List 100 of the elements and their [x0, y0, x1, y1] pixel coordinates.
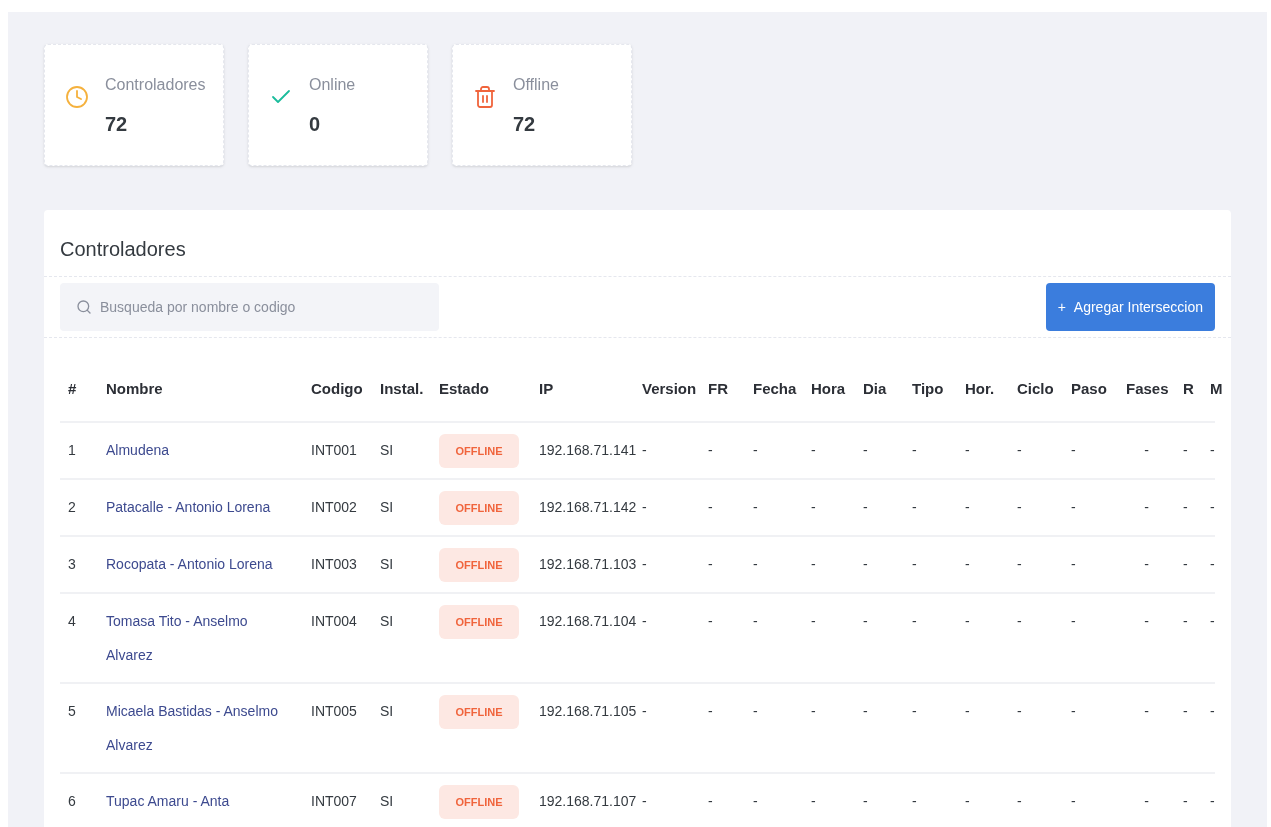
table-cell-text: - — [863, 497, 869, 517]
table-cell-text: - — [1183, 611, 1189, 631]
table-cell-text: - — [642, 497, 648, 517]
table-cell-text: - — [965, 611, 971, 631]
table-cell-text: - — [1143, 440, 1150, 460]
column-header: Tipo — [912, 379, 945, 399]
installed-cell-text: SI — [380, 791, 395, 811]
table-cell-text: - — [965, 440, 971, 460]
table-cell-text: - — [1183, 701, 1189, 721]
column-header: M — [1210, 379, 1224, 399]
table-cell-text: - — [1017, 791, 1023, 811]
status-badge: OFFLINE — [439, 784, 519, 819]
table-cell-text: - — [965, 497, 971, 517]
table-cell-text: - — [1210, 554, 1216, 574]
column-header: Fases — [1126, 379, 1170, 399]
table-cell-text: - — [863, 440, 869, 460]
row-number: 4 — [67, 611, 77, 631]
row-number: 1 — [67, 440, 77, 460]
controller-name-link[interactable]: Patacalle - Antonio Lorena — [106, 489, 296, 524]
column-header: Instal. — [380, 379, 425, 399]
table-cell-text: - — [811, 791, 817, 811]
ip-cell-text: 192.168.71.142 — [539, 497, 638, 517]
table-cell-text: - — [753, 440, 759, 460]
column-header: Fecha — [753, 379, 798, 399]
controller-name-link[interactable]: Tupac Amaru - Anta — [106, 783, 296, 818]
column-header: Nombre — [106, 379, 164, 399]
table-cell-text: - — [1017, 554, 1023, 574]
table-cell-text: - — [1071, 611, 1077, 631]
table-cell-text: - — [1210, 497, 1216, 517]
stat-label: Online — [309, 75, 356, 95]
table-cell-text: - — [1017, 701, 1023, 721]
table-cell-text: - — [863, 701, 869, 721]
table-cell-text: - — [753, 701, 759, 721]
stat-label: Offline — [513, 75, 559, 95]
installed-cell-text: SI — [380, 440, 395, 460]
search-field[interactable]: Busqueda por nombre o codigo — [60, 283, 439, 331]
row-number: 3 — [67, 554, 77, 574]
column-header: Codigo — [311, 379, 364, 399]
code-cell-text: INT007 — [311, 791, 358, 811]
add-intersection-button[interactable]: + Agregar Interseccion — [1045, 283, 1215, 331]
table-cell-text: - — [708, 701, 714, 721]
ip-cell-text: 192.168.71.105 — [539, 701, 638, 721]
code-cell-text: INT001 — [311, 440, 358, 460]
table-cell-text: - — [642, 611, 648, 631]
table-cell-text: - — [708, 554, 714, 574]
panel-title: Controladores — [60, 238, 186, 260]
table-cell-text: - — [912, 440, 918, 460]
installed-cell-text: SI — [380, 497, 395, 517]
table-cell-text: - — [863, 611, 869, 631]
table-cell-text: - — [912, 554, 918, 574]
table-cell-text: - — [642, 554, 648, 574]
clock-icon — [65, 85, 89, 109]
code-cell-text: INT005 — [311, 701, 358, 721]
table-cell-text: - — [811, 701, 817, 721]
table-cell-text: - — [965, 554, 971, 574]
code-cell-text: INT004 — [311, 611, 358, 631]
installed-cell-text: SI — [380, 611, 395, 631]
table-cell-text: - — [1071, 440, 1077, 460]
search-icon — [76, 299, 92, 315]
table-cell-text: - — [1183, 554, 1189, 574]
table-cell-text: - — [863, 791, 869, 811]
controller-name-link[interactable]: Rocopata - Antonio Lorena — [106, 546, 296, 581]
table-cell-text: - — [1017, 497, 1023, 517]
code-cell-text: INT002 — [311, 497, 358, 517]
controller-name-link[interactable]: Micaela Bastidas - Anselmo Alvarez — [106, 693, 296, 762]
column-header: Hor. — [965, 379, 996, 399]
row-number: 6 — [67, 791, 77, 811]
trash-icon — [473, 85, 497, 109]
controller-name-link[interactable]: Almudena — [106, 432, 296, 467]
table-cell-text: - — [708, 497, 714, 517]
ip-cell-text: 192.168.71.104 — [539, 611, 638, 631]
table-cell-text: - — [1017, 440, 1023, 460]
column-header: Paso — [1071, 379, 1108, 399]
column-header: IP — [539, 379, 555, 399]
table-cell-text: - — [1183, 440, 1189, 460]
row-number: 5 — [67, 701, 77, 721]
column-header: R — [1183, 379, 1195, 399]
ip-cell-text: 192.168.71.141 — [539, 440, 638, 460]
table-cell-text: - — [753, 791, 759, 811]
stat-value: 72 — [105, 112, 129, 137]
table-cell-text: - — [1210, 791, 1216, 811]
table-cell-text: - — [1210, 611, 1216, 631]
table-cell-text: - — [753, 554, 759, 574]
column-header: FR — [708, 379, 729, 399]
table-cell-text: - — [642, 440, 648, 460]
row-number: 2 — [67, 497, 77, 517]
table-cell-text: - — [1071, 791, 1077, 811]
status-badge: OFFLINE — [439, 490, 519, 525]
table-cell-text: - — [708, 791, 714, 811]
table-cell-text: - — [1143, 497, 1150, 517]
controller-name-link[interactable]: Tomasa Tito - Anselmo Alvarez — [106, 603, 296, 672]
table-cell-text: - — [1183, 791, 1189, 811]
table-cell-text: - — [811, 497, 817, 517]
status-badge: OFFLINE — [439, 433, 519, 468]
stat-value: 72 — [513, 112, 537, 137]
table-cell-text: - — [1071, 497, 1077, 517]
table-cell-text: - — [965, 701, 971, 721]
table-cell-text: - — [912, 497, 918, 517]
status-badge: OFFLINE — [439, 694, 519, 729]
table-cell-text: - — [1143, 791, 1150, 811]
